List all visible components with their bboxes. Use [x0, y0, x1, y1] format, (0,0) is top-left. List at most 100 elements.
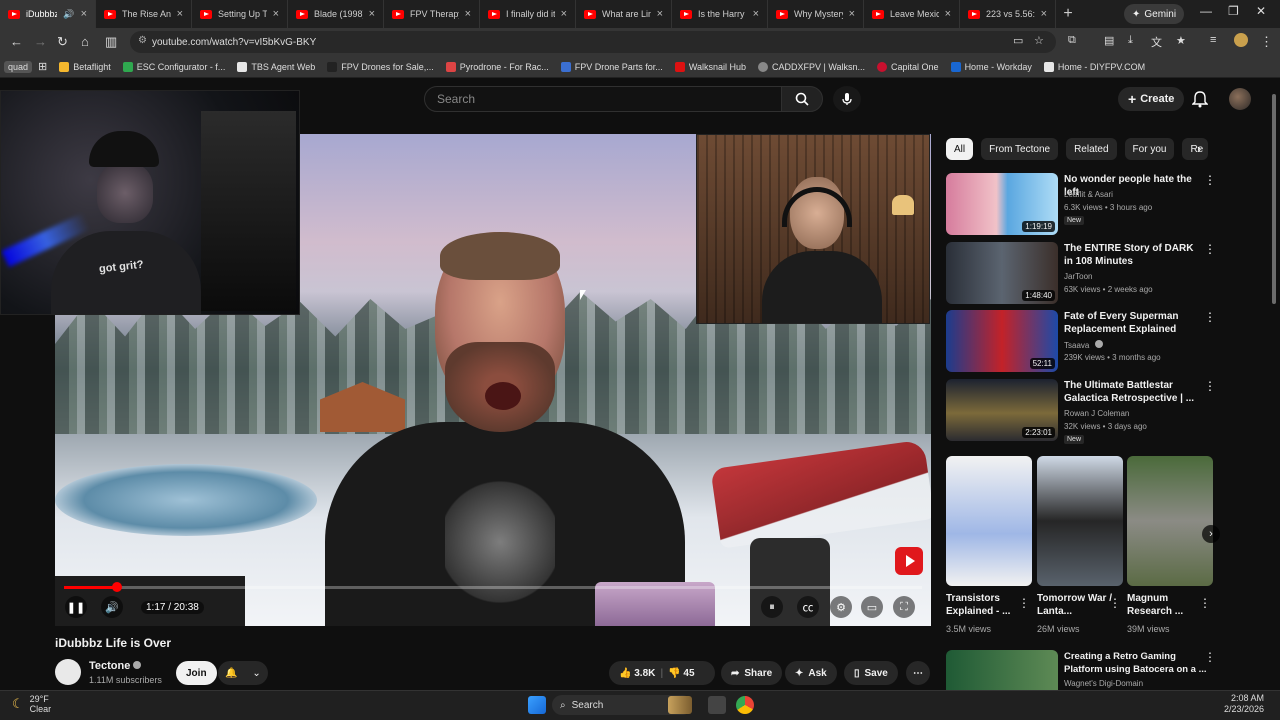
channel-avatar[interactable]: [55, 659, 81, 685]
autoplay-toggle[interactable]: ⏸: [761, 596, 783, 618]
windows-start-icon[interactable]: [528, 696, 546, 714]
favorites-icon[interactable]: ★: [1176, 34, 1186, 47]
chrome-icon[interactable]: [736, 696, 754, 714]
browser-tab[interactable]: Why Mystery ×: [768, 0, 864, 28]
reload-icon[interactable]: ↻: [57, 34, 68, 50]
browser-tab[interactable]: What are Lim ×: [576, 0, 672, 28]
more-icon[interactable]: ⋮: [1199, 596, 1211, 610]
browser-tab[interactable]: The Rise And ×: [96, 0, 192, 28]
bookmark[interactable]: Betaflight: [53, 61, 117, 72]
bookmark[interactable]: Capital One: [871, 61, 945, 72]
system-clock[interactable]: 2:08 AM 2/23/2026: [1224, 693, 1264, 715]
profile-avatar[interactable]: [1234, 33, 1248, 47]
translate-icon[interactable]: 文: [1151, 34, 1162, 50]
short-title[interactable]: Magnum Research ...: [1127, 592, 1207, 618]
close-tab-icon[interactable]: ×: [849, 8, 855, 20]
close-tab-icon[interactable]: ×: [177, 8, 183, 20]
progress-bar[interactable]: [64, 586, 922, 589]
bookmark[interactable]: Pyrodrone - For Rac...: [440, 61, 555, 72]
bookmark[interactable]: TBS Agent Web: [231, 61, 321, 72]
browser-tab[interactable]: 223 vs 5.56: C ×: [960, 0, 1056, 28]
like-button[interactable]: 👍 3.8K: [619, 668, 655, 679]
gemini-button[interactable]: ✦ Gemini: [1124, 4, 1185, 24]
more-actions-button[interactable]: ⋯: [906, 661, 930, 685]
video-thumbnail[interactable]: 1:19:19: [946, 173, 1058, 235]
close-tab-icon[interactable]: ×: [369, 8, 375, 20]
close-tab-icon[interactable]: ×: [657, 8, 663, 20]
url-field[interactable]: youtube.com/watch?v=vI5bKvG-BKY: [130, 31, 1056, 53]
close-tab-icon[interactable]: ×: [81, 8, 87, 20]
video-thumbnail[interactable]: [946, 650, 1058, 690]
bookmark[interactable]: Home - Workday: [945, 61, 1038, 72]
browser-tab[interactable]: FPV Therapy ×: [384, 0, 480, 28]
more-icon[interactable]: ⋮: [1204, 173, 1216, 187]
bookmark[interactable]: Home - DIYFPV.COM: [1038, 61, 1151, 72]
minimize-icon[interactable]: —: [1200, 4, 1212, 18]
chip-all[interactable]: All: [946, 138, 974, 160]
home-icon[interactable]: ⌂: [81, 34, 89, 49]
file-explorer-icon[interactable]: [708, 696, 726, 714]
bookmark[interactable]: FPV Drones for Sale,...: [321, 61, 440, 72]
bookmark[interactable]: ESC Configurator - f...: [117, 61, 232, 72]
short-thumbnail[interactable]: [1127, 456, 1213, 586]
split-view-icon[interactable]: ▥: [105, 34, 117, 50]
recommendation-item[interactable]: 52:11 Fate of Every Superman Replacement…: [946, 310, 1221, 372]
short-thumbnail[interactable]: [946, 456, 1032, 586]
recommendation-item[interactable]: 1:48:40 The ENTIRE Story of DARK in 108 …: [946, 242, 1221, 304]
browser-tab[interactable]: Setting Up Th ×: [192, 0, 288, 28]
subscribe-watermark-icon[interactable]: [895, 547, 923, 575]
close-window-icon[interactable]: ✕: [1256, 4, 1266, 18]
recommendation-title[interactable]: The Ultimate Battlestar Galactica Retros…: [1064, 379, 1204, 405]
volume-button[interactable]: 🔊: [101, 596, 123, 618]
recommendation-item[interactable]: 1:19:19 No wonder people hate the left L…: [946, 173, 1221, 235]
chevron-right-icon[interactable]: ›: [1202, 525, 1220, 543]
recommendation-channel[interactable]: JarToon: [1064, 272, 1092, 281]
more-icon[interactable]: ⋮: [1018, 596, 1030, 610]
scrollbar-thumb[interactable]: [1272, 94, 1276, 304]
short-thumbnail[interactable]: [1037, 456, 1123, 586]
pause-button[interactable]: ❚❚: [65, 596, 87, 618]
chip-related[interactable]: Related: [1066, 138, 1117, 160]
apps-icon[interactable]: ⊞: [32, 60, 53, 73]
chevron-right-icon[interactable]: ›: [1190, 141, 1208, 159]
menu-icon[interactable]: ⋮: [1260, 34, 1273, 50]
subscription-bell-button[interactable]: 🔔 ⌄: [218, 661, 268, 685]
ask-button[interactable]: ✦ Ask: [785, 661, 837, 685]
more-icon[interactable]: ⋮: [1204, 310, 1216, 324]
browser-tab[interactable]: Leave Mexico ×: [864, 0, 960, 28]
channel-name[interactable]: Tectone: [89, 660, 142, 672]
more-icon[interactable]: ⋮: [1204, 242, 1216, 256]
recommendation-title[interactable]: The ENTIRE Story of DARK in 108 Minutes: [1064, 242, 1204, 268]
short-title[interactable]: Tomorrow War / Lanta...: [1037, 592, 1117, 618]
recommendation-title[interactable]: Fate of Every Superman Replacement Expla…: [1064, 310, 1204, 336]
video-thumbnail[interactable]: 2:23:01: [946, 379, 1058, 441]
weather-widget[interactable]: ☾ 29°F Clear: [12, 694, 51, 714]
close-tab-icon[interactable]: ×: [465, 8, 471, 20]
settings-button[interactable]: ⚙: [830, 596, 852, 618]
voice-search-button[interactable]: [833, 86, 861, 112]
site-info-icon[interactable]: ⚙: [138, 35, 147, 46]
bookmark[interactable]: FPV Drone Parts for...: [555, 61, 669, 72]
recommendation-channel[interactable]: Rowan J Coleman: [1064, 409, 1129, 418]
recommendation-channel[interactable]: Wagnet's Digi-Domain: [1064, 679, 1143, 688]
notifications-button[interactable]: [1191, 90, 1209, 113]
chip-from-channel[interactable]: From Tectone: [981, 138, 1059, 160]
close-tab-icon[interactable]: ×: [945, 8, 951, 20]
recommendation-title[interactable]: Creating a Retro Gaming Platform using B…: [1064, 650, 1214, 676]
close-tab-icon[interactable]: ×: [753, 8, 759, 20]
extensions-icon[interactable]: ⧉: [1068, 34, 1076, 47]
fullscreen-button[interactable]: ⛶: [893, 596, 915, 618]
video-thumbnail[interactable]: 52:11: [946, 310, 1058, 372]
close-tab-icon[interactable]: ×: [561, 8, 567, 20]
join-button[interactable]: Join: [176, 661, 217, 685]
bookmark[interactable]: CADDXFPV | Walksn...: [752, 61, 871, 72]
search-button[interactable]: [781, 86, 823, 112]
more-icon[interactable]: ⋮: [1204, 650, 1216, 664]
page-scrollbar[interactable]: [1271, 84, 1277, 690]
save-button[interactable]: ▯ Save: [844, 661, 898, 685]
more-icon[interactable]: ⋮: [1109, 596, 1121, 610]
reading-list-icon[interactable]: ▤: [1104, 34, 1114, 47]
dislike-button[interactable]: 👎 45: [668, 668, 694, 679]
browser-tab[interactable]: I finally did it ×: [480, 0, 576, 28]
account-avatar[interactable]: [1229, 88, 1251, 110]
